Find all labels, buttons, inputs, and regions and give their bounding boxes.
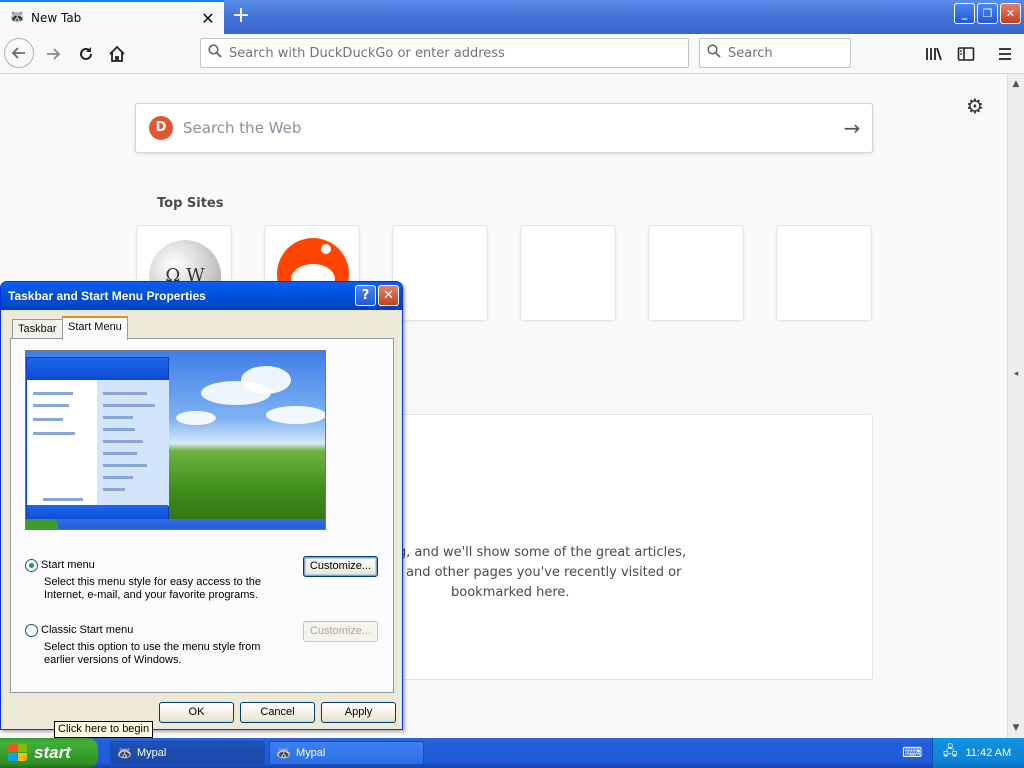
start-menu-tab-panel: Start menu Select this menu style for ea… — [10, 338, 394, 693]
windows-flag-icon — [8, 744, 28, 762]
top-site-tile-empty[interactable] — [392, 225, 488, 321]
tab-title: New Tab — [31, 11, 82, 25]
tab-taskbar[interactable]: Taskbar — [12, 319, 63, 339]
arrow-right-icon — [47, 48, 61, 60]
search-bar[interactable]: Search — [699, 38, 851, 68]
browser-tab-strip: 🦝 New Tab ✕ + _ ❐ ✕ — [0, 0, 1024, 34]
classic-start-menu-radio[interactable] — [25, 624, 38, 637]
back-button[interactable] — [4, 38, 34, 68]
start-button[interactable]: start — [0, 738, 98, 768]
navigation-toolbar: Search with DuckDuckGo or enter address … — [0, 34, 1024, 74]
minimize-button[interactable]: _ — [954, 3, 975, 24]
hamburger-icon — [999, 48, 1011, 60]
tab-new-tab[interactable]: 🦝 New Tab ✕ — [0, 0, 224, 34]
top-site-tile-empty[interactable] — [520, 225, 616, 321]
arrow-right-icon[interactable]: → — [832, 116, 872, 140]
scroll-up-arrow-icon[interactable]: ▲ — [1008, 76, 1024, 92]
taskbar-item-mypal[interactable]: 🦝 Mypal — [269, 741, 424, 765]
start-button-tooltip: Click here to begin — [54, 721, 154, 738]
start-label: start — [34, 743, 71, 762]
windows-taskbar: start 🦝 Mypal 🦝 Mypal ⌨ 🖧 11:42 AM — [0, 738, 1024, 768]
duckduckgo-icon: D — [149, 116, 173, 140]
start-menu-label[interactable]: Start menu — [41, 559, 95, 571]
search-icon — [201, 44, 229, 62]
scroll-down-arrow-icon[interactable]: ▼ — [1008, 720, 1024, 736]
new-tab-button[interactable]: + — [228, 4, 254, 30]
top-site-tile-empty[interactable] — [648, 225, 744, 321]
home-icon — [109, 45, 125, 62]
taskbar-start-menu-properties-dialog: Taskbar and Start Menu Properties ? ✕ Ta… — [0, 281, 403, 730]
sidebar-button[interactable] — [952, 40, 980, 68]
reload-button[interactable] — [72, 40, 100, 68]
restore-button[interactable]: ❐ — [977, 3, 998, 24]
scroll-thumb[interactable]: ◂ — [1008, 366, 1024, 382]
customize-start-menu-button[interactable]: Customize... — [303, 556, 378, 577]
menu-button[interactable] — [991, 40, 1019, 68]
page-scrollbar[interactable]: ▲ ◂ ▼ — [1007, 74, 1024, 738]
cancel-button[interactable]: Cancel — [240, 702, 315, 723]
dialog-title-bar[interactable]: Taskbar and Start Menu Properties — [1, 282, 402, 310]
url-bar[interactable]: Search with DuckDuckGo or enter address — [200, 38, 689, 68]
mypal-favicon-icon: 🦝 — [9, 10, 26, 25]
dialog-title: Taskbar and Start Menu Properties — [8, 289, 206, 303]
url-placeholder: Search with DuckDuckGo or enter address — [229, 45, 505, 61]
top-site-tile-empty[interactable] — [776, 225, 872, 321]
network-icon[interactable]: 🖧 — [943, 742, 958, 764]
top-sites-title: Top Sites — [157, 196, 224, 211]
window-close-button[interactable]: ✕ — [1000, 3, 1021, 24]
taskbar-item-label: Mypal — [295, 747, 326, 759]
arrow-left-icon — [11, 47, 25, 59]
customize-classic-menu-button: Customize... — [303, 621, 378, 642]
mypal-icon: 🦝 — [276, 746, 291, 760]
web-search-placeholder: Search the Web — [183, 119, 302, 137]
apply-button[interactable]: Apply — [321, 702, 396, 723]
start-menu-description: Select this menu style for easy access t… — [44, 576, 262, 601]
search-icon — [700, 44, 728, 62]
start-menu-radio[interactable] — [25, 559, 38, 572]
mypal-icon: 🦝 — [117, 746, 132, 760]
taskbar-item-label: Mypal — [136, 747, 167, 759]
gear-icon[interactable]: ⚙ — [966, 94, 984, 118]
sidebar-icon — [957, 47, 975, 61]
classic-start-menu-label[interactable]: Classic Start menu — [41, 624, 133, 636]
forward-button[interactable] — [39, 40, 67, 68]
start-menu-preview-image — [25, 350, 326, 530]
home-button[interactable] — [103, 40, 131, 68]
reload-icon — [80, 47, 92, 60]
clock[interactable]: 11:42 AM — [966, 747, 1012, 759]
ok-button[interactable]: OK — [159, 702, 234, 723]
tab-start-menu[interactable]: Start Menu — [62, 316, 128, 340]
taskbar-item-mypal[interactable]: 🦝 Mypal — [110, 741, 265, 765]
dialog-close-button[interactable]: ✕ — [378, 285, 399, 306]
tab-close-icon[interactable]: ✕ — [198, 9, 218, 28]
keyboard-icon[interactable]: ⌨ — [902, 745, 922, 761]
library-icon — [926, 47, 942, 61]
web-search-box[interactable]: D Search the Web → — [135, 103, 873, 153]
library-button[interactable] — [920, 40, 948, 68]
help-button[interactable]: ? — [355, 285, 376, 306]
search-placeholder: Search — [728, 45, 773, 61]
system-tray: 🖧 11:42 AM — [932, 738, 1024, 768]
classic-start-menu-description: Select this option to use the menu style… — [44, 641, 261, 666]
window-controls: _ ❐ ✕ — [954, 3, 1021, 24]
